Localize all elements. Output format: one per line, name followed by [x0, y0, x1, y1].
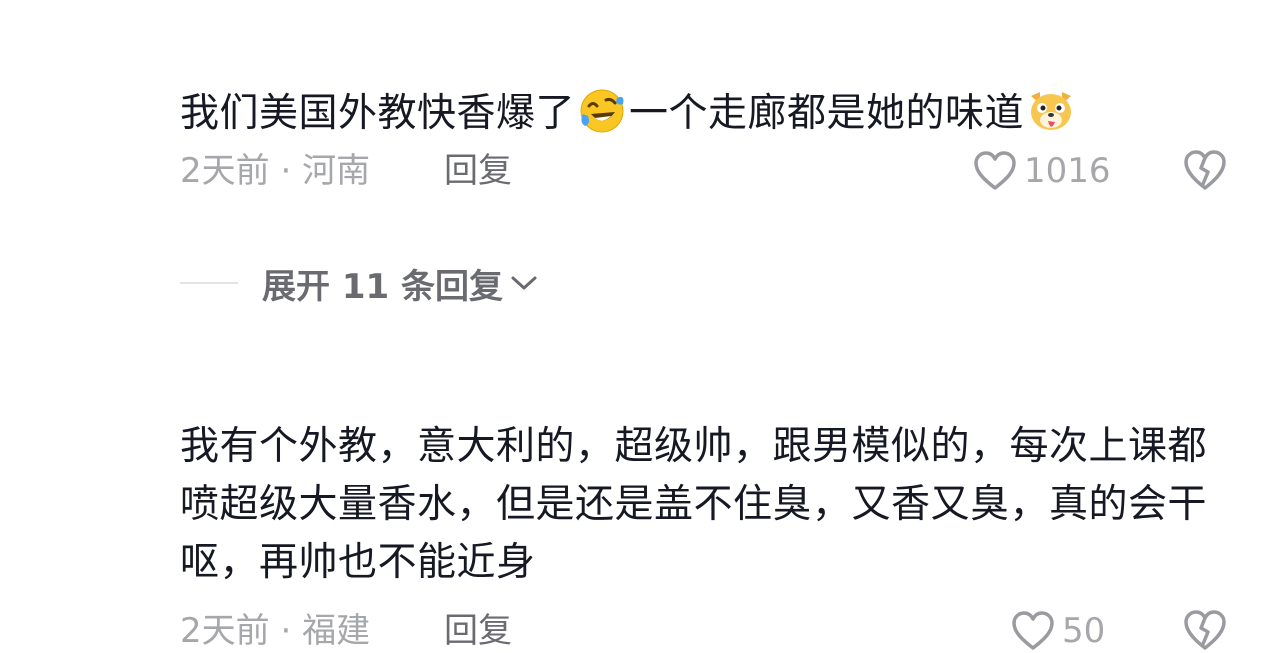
- comment-time-location: 2天前 · 福建: [180, 606, 370, 653]
- broken-heart-icon[interactable]: [1182, 608, 1228, 652]
- heart-outline-icon: [974, 151, 1016, 190]
- expand-replies-button[interactable]: 展开 11 条回复: [262, 259, 539, 308]
- comment-list: 我们美国外教快香爆了 一个走廊都是她的味道 2天前 · 河南 回复 1016 展…: [0, 0, 1280, 653]
- reply-button[interactable]: 回复: [444, 146, 512, 196]
- divider-line: [180, 282, 238, 284]
- comment-time-location: 2天前 · 河南: [180, 146, 370, 196]
- comment-text: 我们美国外教快香爆了 一个走廊都是她的味道: [180, 86, 1240, 142]
- comment-text: 我有个外教，意大利的，超级帅，跟男模似的，每次上课都喷超级大量香水，但是还是盖不…: [180, 424, 1208, 585]
- like-button[interactable]: 1016: [972, 146, 1111, 196]
- comment-meta: 2天前 · 河南 回复 1016: [180, 146, 1240, 196]
- broken-heart-icon[interactable]: [1182, 148, 1228, 192]
- meta-separator: ·: [280, 151, 292, 191]
- comment-time: 2天前: [180, 611, 270, 651]
- heart-outline-icon: [1012, 611, 1054, 650]
- comment-time: 2天前: [180, 151, 270, 191]
- expand-replies-row: 展开 11 条回复: [180, 258, 539, 308]
- like-count: 1016: [1024, 151, 1111, 191]
- comment-item: 我们美国外教快香爆了 一个走廊都是她的味道 2天前 · 河南 回复 1016: [180, 86, 1240, 196]
- comment-location: 河南: [302, 151, 371, 191]
- comment-text-part: 一个走廊都是她的味道: [629, 91, 1025, 136]
- chevron-down-icon: [511, 276, 537, 290]
- meta-separator: ·: [280, 611, 292, 651]
- comment-item: 我有个外教，意大利的，超级帅，跟男模似的，每次上课都喷超级大量香水，但是还是盖不…: [180, 418, 1230, 653]
- dog-tongue-out-emoji-icon: [1031, 92, 1072, 130]
- like-count: 50: [1062, 611, 1106, 651]
- comment-location: 福建: [302, 611, 371, 651]
- reply-button[interactable]: 回复: [444, 606, 512, 653]
- comment-text-part: 我们美国外教快香爆了: [180, 91, 576, 136]
- like-button[interactable]: 50: [1010, 606, 1105, 653]
- expand-replies-label: 展开 11 条回复: [262, 266, 503, 307]
- comment-meta: 2天前 · 福建 回复 50: [180, 606, 1230, 653]
- laughing-crying-face-emoji-icon: [580, 89, 624, 133]
